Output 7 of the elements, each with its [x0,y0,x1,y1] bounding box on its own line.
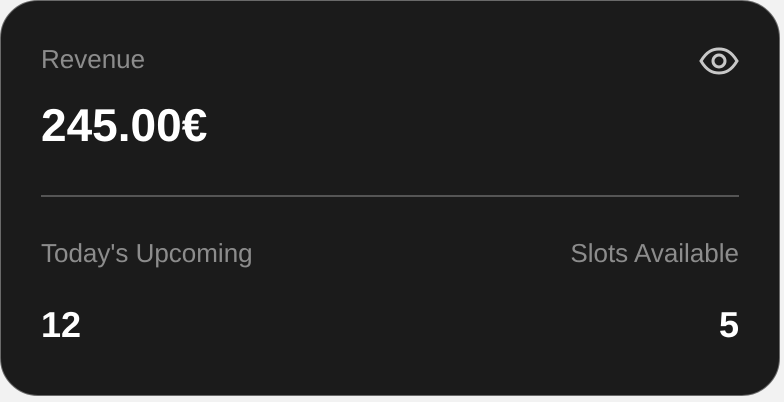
stat-value: 12 [41,303,82,347]
revenue-value: 245.00€ [41,98,208,153]
stat-value: 5 [718,303,739,347]
stat-label: Slots Available [570,237,739,270]
revenue-label: Revenue [41,43,146,76]
eye-icon[interactable] [699,47,739,75]
stat-label: Today's Upcoming [41,237,253,270]
